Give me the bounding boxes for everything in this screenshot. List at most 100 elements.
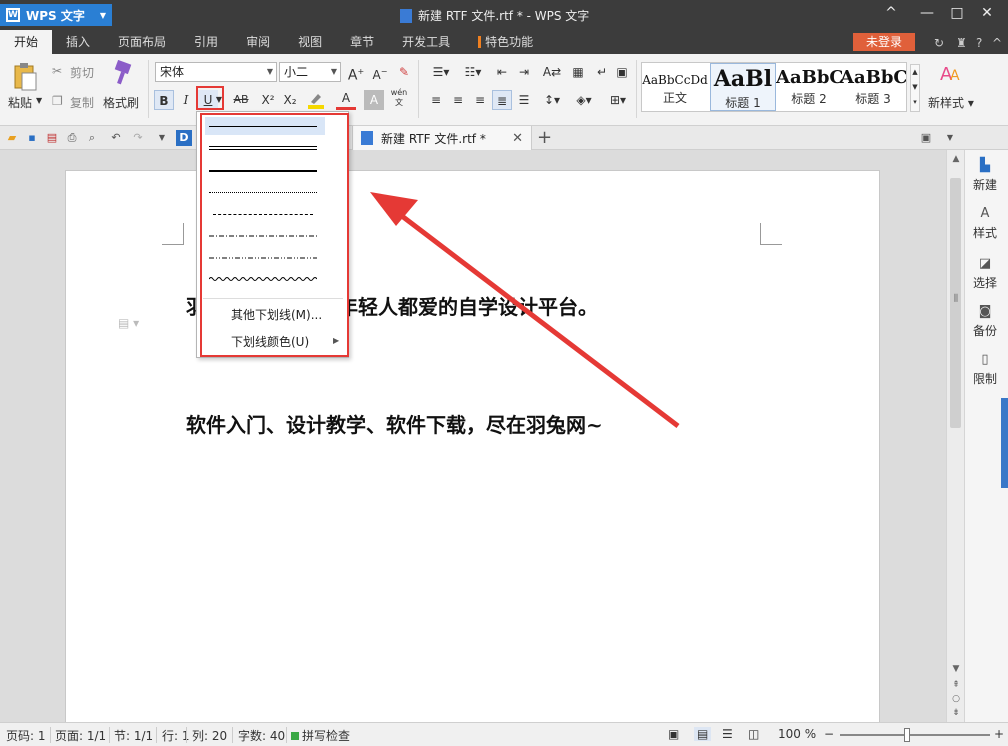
status-word-count[interactable]: 字数: 40 [238, 727, 285, 744]
highlight-icon[interactable] [306, 90, 326, 110]
redo-icon[interactable]: ↷ [130, 130, 146, 146]
grow-font-button[interactable]: A+ [346, 62, 366, 84]
prev-page-icon[interactable]: ⇞ [947, 680, 965, 690]
text-box-icon[interactable]: ▣ [612, 62, 632, 82]
new-style-icon[interactable]: AA [938, 62, 964, 87]
tab-developer[interactable]: 开发工具 [388, 30, 464, 54]
select-browse-icon[interactable]: ○ [947, 694, 965, 704]
chevron-down-icon[interactable]: ▼ [36, 96, 42, 105]
print-preview-icon[interactable]: ⌕ [84, 130, 100, 146]
style-heading-1[interactable]: AaBl 标题 1 [710, 63, 776, 111]
task-pane-restrict[interactable]: ▯ 限制 [965, 352, 1005, 387]
strikethrough-button[interactable]: AB [228, 90, 254, 110]
shading-icon[interactable]: ◈▾ [570, 90, 598, 110]
style-gallery-scroll[interactable]: ▲ ▼ ▾ [910, 64, 920, 112]
close-button[interactable]: ✕ [972, 5, 1002, 21]
bold-button[interactable]: B [154, 90, 174, 110]
format-painter-button[interactable]: 格式刷 [103, 94, 139, 111]
distribute-icon[interactable]: ☰ [514, 90, 534, 110]
tab-list-icon[interactable]: ▣ [918, 130, 934, 146]
align-right-icon[interactable]: ≡ [470, 90, 490, 110]
page-view-icon[interactable]: ▤ [694, 727, 712, 741]
tab-references[interactable]: 引用 [180, 30, 232, 54]
print-icon[interactable]: ⎙ [64, 130, 80, 146]
shrink-font-button[interactable]: A− [370, 62, 390, 82]
task-pane-select[interactable]: ◪ 选择 [965, 256, 1005, 291]
task-pane-backup[interactable]: ◙ 备份 [965, 304, 1005, 339]
login-button[interactable]: 未登录 [853, 33, 915, 51]
next-page-icon[interactable]: ⇟ [947, 708, 965, 718]
zoom-in-icon[interactable]: + [994, 727, 1004, 741]
tab-home[interactable]: 开始 [0, 30, 53, 54]
maximize-button[interactable]: □ [942, 5, 972, 21]
collapse-ribbon-button[interactable]: ^ [876, 5, 906, 21]
zoom-slider[interactable] [840, 734, 990, 736]
numbering-icon[interactable]: ☷▾ [458, 62, 488, 82]
chinese-layout-icon[interactable]: A⇄ [538, 62, 566, 82]
zoom-level[interactable]: 100 % [778, 727, 816, 741]
copy-icon[interactable]: ❐ [52, 94, 63, 108]
collapse-icon[interactable]: ^ [992, 36, 1002, 50]
close-tab-icon[interactable]: ✕ [512, 131, 523, 146]
bullets-icon[interactable]: ☰▾ [426, 62, 456, 82]
status-page-code[interactable]: 页码: 1 [6, 727, 46, 744]
task-pane-toggle[interactable] [1001, 398, 1008, 488]
skin-icon[interactable]: ♜ [956, 36, 967, 50]
spell-check-button[interactable]: 拼写检查 [291, 727, 350, 744]
copy-button[interactable]: 复制 [70, 94, 94, 111]
help-icon[interactable]: ? [976, 36, 982, 50]
cut-button[interactable]: 剪切 [70, 64, 94, 81]
new-style-button[interactable]: 新样式 ▾ [928, 94, 974, 111]
decrease-indent-icon[interactable]: ⇤ [492, 62, 512, 82]
zoom-out-icon[interactable]: − [824, 727, 834, 741]
paragraph-layout-icon[interactable]: ▤ ▾ [118, 316, 139, 330]
border-icon[interactable]: ⊞▾ [604, 90, 632, 110]
justify-icon[interactable]: ≣ [492, 90, 512, 110]
style-heading-2[interactable]: AaBbC 标题 2 [776, 63, 842, 111]
style-normal[interactable]: AaBbCcDd 正文 [642, 63, 708, 111]
task-pane-style[interactable]: A 样式 [965, 206, 1005, 241]
status-page[interactable]: 页面: 1/1 [55, 727, 106, 744]
tab-insert[interactable]: 插入 [52, 30, 104, 54]
char-shading-button[interactable]: A [364, 90, 384, 110]
tab-chapter[interactable]: 章节 [336, 30, 388, 54]
superscript-button[interactable]: X² [258, 90, 278, 110]
show-marks-icon[interactable]: ↵ [592, 62, 612, 82]
web-view-icon[interactable]: ◫ [748, 727, 759, 741]
zoom-slider-handle[interactable] [904, 728, 910, 742]
subscript-button[interactable]: X₂ [280, 90, 300, 110]
vertical-scrollbar[interactable]: ▲ ⫼ ▼ ⇞ ○ ⇟ [946, 150, 964, 722]
docer-icon[interactable]: D [176, 130, 192, 146]
italic-button[interactable]: I [176, 90, 196, 110]
paste-button[interactable]: 粘贴 [8, 94, 32, 111]
paste-icon[interactable] [12, 62, 38, 92]
scroll-up-icon[interactable]: ▲ [947, 154, 965, 164]
task-pane-new[interactable]: ▙ 新建 [965, 158, 1005, 193]
app-menu-button[interactable]: W WPS 文字 ▼ [0, 4, 112, 26]
tab-special-features[interactable]: 特色功能 [464, 30, 547, 54]
undo-icon[interactable]: ↶ [108, 130, 124, 146]
pinyin-button[interactable]: wén 文 [386, 88, 412, 108]
new-tab-button[interactable]: + [537, 127, 552, 148]
tab-document[interactable]: 新建 RTF 文件.rtf * ✕ [352, 126, 532, 150]
status-section[interactable]: 节: 1/1 [114, 727, 153, 744]
outline-view-icon[interactable]: ☰ [722, 727, 733, 741]
font-color-button[interactable]: A [336, 90, 356, 110]
font-name-select[interactable]: 宋体 ▼ [155, 62, 277, 82]
clear-format-icon[interactable]: ✎ [394, 62, 414, 82]
cut-icon[interactable]: ✂ [52, 64, 62, 78]
tab-page-layout[interactable]: 页面布局 [104, 30, 180, 54]
refresh-icon[interactable]: ↻ [934, 36, 944, 50]
chevron-down-icon[interactable]: ▼ [154, 130, 170, 146]
line-spacing-icon[interactable]: ↕▾ [538, 90, 566, 110]
align-left-icon[interactable]: ≡ [426, 90, 446, 110]
open-icon[interactable]: ▰ [4, 130, 20, 146]
status-column[interactable]: 列: 20 [192, 727, 227, 744]
minimize-button[interactable]: — [912, 5, 942, 21]
style-heading-3[interactable]: AaBbC 标题 3 [840, 63, 906, 111]
tab-view[interactable]: 视图 [284, 30, 336, 54]
table-icon[interactable]: ▦ [568, 62, 588, 82]
export-pdf-icon[interactable]: ▤ [44, 130, 60, 146]
chevron-down-icon[interactable]: ▼ [942, 130, 958, 146]
scroll-down-icon[interactable]: ▼ [947, 664, 965, 674]
